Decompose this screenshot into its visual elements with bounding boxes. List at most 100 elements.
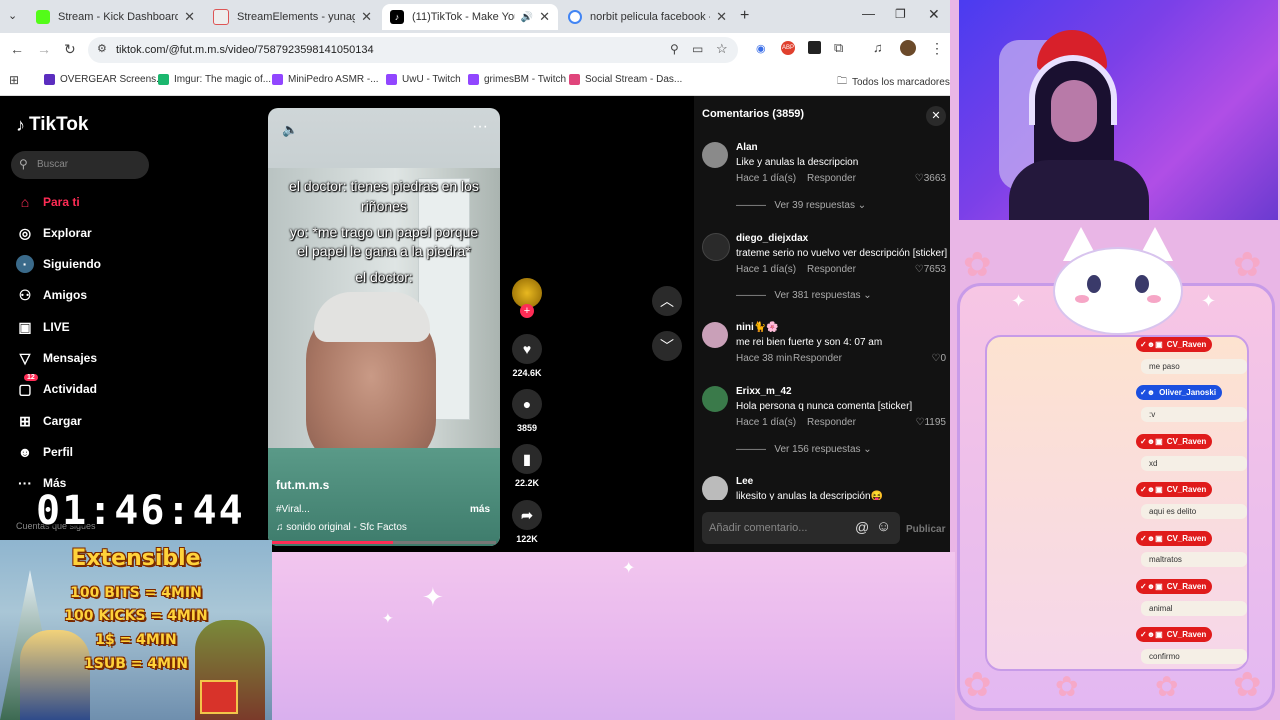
comment-likes[interactable]: ♡3663 (915, 173, 946, 184)
publish-button[interactable]: Publicar (906, 524, 945, 535)
previous-video-button[interactable]: ︿ (652, 286, 682, 316)
comment-action[interactable]: ● 3859 (512, 389, 542, 433)
next-video-button[interactable]: ﹀ (652, 331, 682, 361)
heart-icon[interactable]: ♥ (512, 334, 542, 364)
back-icon[interactable]: ← (10, 41, 24, 57)
comment-input-placeholder[interactable]: Añadir comentario... (709, 522, 807, 534)
close-tab-icon[interactable]: ✕ (361, 9, 372, 25)
reply-button[interactable]: Responder (807, 264, 856, 275)
apps-grid-icon[interactable]: ⊞ (9, 73, 19, 87)
comment-author[interactable]: Alan (736, 142, 758, 153)
nav-amigos[interactable]: ⚇ Amigos (16, 286, 87, 304)
comment-author[interactable]: nini🐈🌸 (736, 322, 779, 333)
comment-input[interactable]: Añadir comentario... @ ☺ (702, 512, 900, 544)
nav-perfil[interactable]: ☻ Perfil (16, 443, 73, 461)
comment-author[interactable]: Erixx_m_42 (736, 386, 792, 397)
comment-likes[interactable]: ♡7653 (915, 264, 946, 275)
tab-streamelements[interactable]: StreamElements - yunagiselle ✕ (205, 4, 380, 30)
flower-icon: ✿ (1155, 671, 1179, 702)
minimize-icon[interactable]: — (862, 6, 875, 21)
video-player[interactable]: el doctor: tienes piedras en los riñones… (268, 108, 500, 546)
tab-list-chevron-icon[interactable]: ⌄ (8, 9, 17, 22)
menu-icon[interactable]: ⋮ (930, 40, 944, 57)
profile-icon: ☻ (17, 444, 33, 460)
bookmark-item[interactable]: UwU - Twitch (386, 74, 461, 85)
close-comments-button[interactable]: ✕ (926, 106, 946, 126)
like-action[interactable]: ♥ 224.6K (512, 334, 542, 378)
reply-button[interactable]: Responder (807, 173, 856, 184)
profile-avatar[interactable] (900, 40, 916, 56)
new-tab-icon[interactable]: + (740, 7, 749, 25)
nav-cargar[interactable]: ⊞ Cargar (16, 412, 82, 430)
video-author[interactable]: fut.m.m.s (276, 478, 329, 492)
avatar[interactable] (702, 142, 728, 168)
bookmark-item[interactable]: grimesBM - Twitch (468, 74, 566, 85)
search-box[interactable]: ⚲ Buscar (11, 151, 149, 179)
all-bookmarks[interactable]: 🗀 Todos los marcadores (837, 74, 950, 91)
view-replies-button[interactable]: ——— Ver 39 respuestas ⌄ (736, 200, 866, 211)
extension-icon[interactable] (808, 41, 821, 54)
avatar[interactable] (702, 386, 728, 412)
comment-icon[interactable]: ● (512, 389, 542, 419)
bookmark-icon[interactable]: ▮ (512, 444, 542, 474)
nav-mensajes[interactable]: ▽ Mensajes (16, 349, 97, 367)
nav-actividad[interactable]: ▢ 12 Actividad (16, 374, 97, 398)
emoji-icon[interactable]: ☺ (876, 518, 891, 535)
nav-explorar[interactable]: ◎ Explorar (16, 224, 92, 242)
cast-icon[interactable]: ▭ (692, 42, 703, 56)
extension-icon[interactable]: ◉ (756, 42, 766, 55)
video-progress-track[interactable] (272, 541, 496, 544)
comment-author[interactable]: diego_diejxdax (736, 233, 808, 244)
video-options-icon[interactable]: ··· (472, 118, 488, 136)
nav-live[interactable]: ▣ LIVE (16, 318, 69, 336)
nav-para-ti[interactable]: ⌂ Para ti (16, 193, 80, 211)
avatar[interactable] (702, 233, 730, 261)
follow-plus-icon[interactable]: + (520, 304, 534, 318)
video-more-link[interactable]: más (470, 504, 490, 515)
avatar[interactable] (702, 322, 728, 348)
video-sound[interactable]: ♫ sonido original - Sfc Factos (276, 522, 407, 533)
reply-button[interactable]: Responder (793, 353, 842, 364)
share-action[interactable]: ➦ 122K (512, 500, 542, 544)
zoom-icon[interactable]: ⚲ (670, 42, 679, 56)
bookmark-item[interactable]: Social Stream - Das... (569, 74, 682, 85)
comment-author[interactable]: Lee (736, 476, 753, 487)
comment-likes[interactable]: ♡1195 (916, 417, 946, 428)
omnibox[interactable]: ⚙ tiktok.com/@fut.m.m.s/video/7587923598… (88, 37, 738, 63)
search-placeholder[interactable]: Buscar (37, 159, 68, 170)
reload-icon[interactable]: ↻ (64, 41, 76, 58)
volume-icon[interactable]: 🔈 (282, 122, 298, 138)
comment-likes[interactable]: ♡0 (931, 353, 946, 364)
share-icon[interactable]: ➦ (512, 500, 542, 530)
chevron-up-icon: ︿ (660, 293, 674, 309)
bookmark-item[interactable]: MiniPedro ASMR -... (272, 74, 379, 85)
close-tab-icon[interactable]: ✕ (539, 9, 550, 25)
bookmark-item[interactable]: Imgur: The magic of... (158, 74, 271, 85)
site-info-icon[interactable]: ⚙ (97, 42, 107, 55)
bookmark-item[interactable]: OVERGEAR Screens... (44, 74, 164, 85)
close-tab-icon[interactable]: ✕ (184, 9, 195, 25)
reply-button[interactable]: Responder (807, 417, 856, 428)
nav-siguiendo[interactable]: · Siguiendo (16, 255, 101, 273)
mention-icon[interactable]: @ (855, 519, 869, 535)
extensions-puzzle-icon[interactable]: ⧉ (834, 40, 843, 56)
tab-kick-dashboard[interactable]: Stream - Kick Dashboard ✕ (28, 4, 203, 30)
view-replies-button[interactable]: ——— Ver 381 respuestas ⌄ (736, 290, 872, 301)
tab-tiktok[interactable]: ♪ (11)TikTok - Make Your Day 🔊 ✕ (382, 4, 558, 30)
view-replies-button[interactable]: ——— Ver 156 respuestas ⌄ (736, 444, 872, 455)
bookmark-label: UwU - Twitch (402, 74, 461, 85)
save-action[interactable]: ▮ 22.2K (512, 444, 542, 488)
avatar[interactable] (702, 476, 728, 500)
url-text[interactable]: tiktok.com/@fut.m.m.s/video/758792359814… (116, 44, 374, 56)
tab-google-search[interactable]: norbit pelicula facebook - Busc ✕ (560, 4, 735, 30)
close-window-icon[interactable]: ✕ (928, 6, 940, 23)
bookmark-star-icon[interactable]: ☆ (716, 41, 728, 57)
forward-icon[interactable]: → (37, 41, 51, 57)
audio-icon[interactable]: 🔊 (521, 12, 533, 23)
tiktok-logo[interactable]: ♪ TikTok (16, 114, 88, 136)
promo-line: 100 KICKS = 4MIN (64, 608, 208, 624)
restore-icon[interactable]: ❐ (895, 7, 906, 21)
media-icon[interactable]: ♫ (873, 40, 883, 55)
close-tab-icon[interactable]: ✕ (716, 9, 727, 25)
adblock-icon[interactable]: ABP (781, 41, 795, 55)
